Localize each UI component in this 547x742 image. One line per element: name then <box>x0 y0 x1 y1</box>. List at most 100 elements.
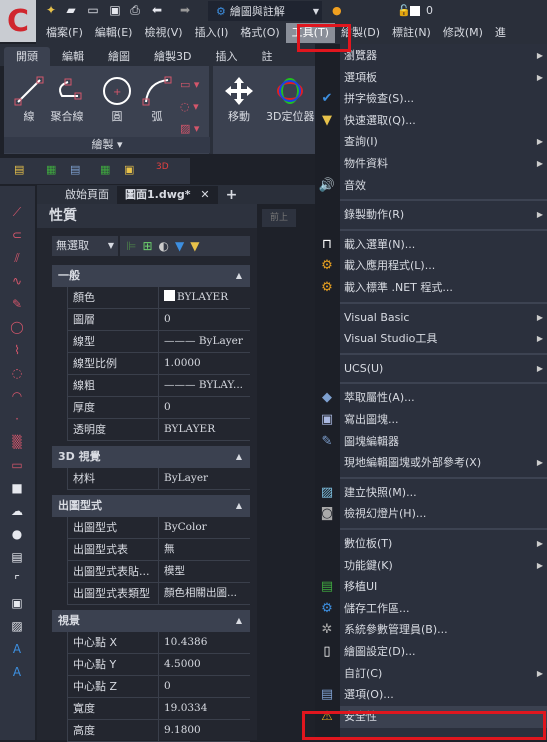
property-value[interactable]: 19.0334 <box>159 698 250 719</box>
menu-item-21[interactable]: 圖塊編輯器 <box>340 431 547 453</box>
menu-item-32[interactable]: 繪圖設定(D)... <box>340 641 547 663</box>
workspace-dropdown[interactable]: ⚙ 繪圖與註解 ▼ <box>208 1 322 21</box>
filter-edit-icon[interactable]: ▼ <box>190 239 199 253</box>
ellipse-arc-icon[interactable]: ◠ <box>8 388 26 404</box>
3d-gizmo-tool[interactable]: 3D定位器 <box>266 74 314 124</box>
move-tool[interactable]: 移動 <box>222 74 256 124</box>
layer-bulb-icon[interactable]: ● <box>332 4 342 17</box>
menu-item-5[interactable]: 物件資料 ▶ <box>340 153 547 175</box>
property-value[interactable]: 9.1800 <box>159 720 250 741</box>
small-draw-tools[interactable]: ▭ ▾ ◌ ▾ ▨ ▾ <box>180 74 199 140</box>
property-row[interactable]: 中心點 Z 0 <box>67 676 250 698</box>
redo-icon[interactable]: ➡ <box>178 3 192 17</box>
menu-item-6[interactable]: 音效 <box>340 175 547 197</box>
menu-item-0[interactable]: 瀏覽器 ▶ <box>340 45 547 67</box>
donut-icon[interactable]: ● <box>8 526 26 542</box>
line-tool[interactable]: 線 <box>12 74 46 124</box>
line-icon[interactable]: ⟋ <box>8 204 26 220</box>
select-objects-icon[interactable]: ⊞ <box>142 239 152 253</box>
property-row[interactable]: 圖層 0 <box>67 309 250 331</box>
abc-table-icon[interactable]: ▦ <box>100 163 110 176</box>
menu-4[interactable]: 格式(O) <box>234 23 285 43</box>
multiline-icon[interactable]: ⫽ <box>8 250 26 266</box>
menu-item-25[interactable]: 檢視幻燈片(H)... <box>340 503 547 525</box>
property-value[interactable]: ——— ByLayer <box>159 331 250 352</box>
menu-item-22[interactable]: 現地編輯圖塊或外部參考(X) ▶ <box>340 452 547 474</box>
property-row[interactable]: 寬度 19.0334 <box>67 698 250 720</box>
ribbon-tab-3[interactable]: 繪製3D <box>142 47 203 66</box>
property-row[interactable]: 出圖型式表類型 顏色相關出圖... <box>67 583 250 605</box>
save-icon[interactable]: ▭ <box>86 3 100 17</box>
quick-select-icon[interactable]: ◐ <box>159 239 169 253</box>
menu-item-24[interactable]: 建立快照(M)... <box>340 482 547 504</box>
property-value[interactable]: 0 <box>159 397 250 418</box>
property-row[interactable]: 出圖型式表貼... 模型 <box>67 561 250 583</box>
menu-2[interactable]: 檢視(V) <box>138 23 188 43</box>
property-row[interactable]: 線型比例 1.0000 <box>67 353 250 375</box>
freehand-icon[interactable]: ✎ <box>8 296 26 312</box>
menu-item-30[interactable]: 儲存工作區... <box>340 598 547 620</box>
collapse-icon[interactable]: ▲ <box>236 446 242 468</box>
rectangle-icon[interactable]: ▭ <box>8 457 26 473</box>
property-row[interactable]: 線型 ——— ByLayer <box>67 331 250 353</box>
menu-item-14[interactable]: Visual Basic ▶ <box>340 307 547 329</box>
polyline-icon[interactable]: ⊂ <box>8 227 26 243</box>
property-row[interactable]: 線粗 ——— BYLAY... <box>67 375 250 397</box>
excel-icon[interactable]: ▦ <box>46 163 56 176</box>
draw-panel-label[interactable]: 繪製 ▾ <box>4 137 210 153</box>
menu-8[interactable]: 修改(M) <box>437 23 489 43</box>
menu-1[interactable]: 編輯(E) <box>89 23 139 43</box>
property-row[interactable]: 中心點 X 10.4386 <box>67 632 250 654</box>
tab-start-page[interactable]: 啟始頁面 <box>57 186 117 204</box>
drawing-area[interactable] <box>257 204 315 740</box>
property-row[interactable]: 顏色 BYLAYER <box>67 287 250 309</box>
save-as-icon[interactable]: ▣ <box>108 3 122 17</box>
property-value[interactable]: BYLAYER <box>159 287 250 308</box>
ribbon-tab-2[interactable]: 繪圖 <box>96 47 142 66</box>
menu-item-29[interactable]: 移植UI <box>340 576 547 598</box>
polyline-tool[interactable]: 聚合線 <box>50 74 84 124</box>
previous-button[interactable]: 前上 <box>262 209 296 227</box>
menu-item-19[interactable]: 萃取屬性(A)... <box>340 387 547 409</box>
property-row[interactable]: 出圖型式 ByColor <box>67 517 250 539</box>
property-value[interactable]: 顏色相關出圖... <box>159 583 250 604</box>
fillet-icon[interactable]: ⌜ <box>8 572 26 588</box>
cloud-icon[interactable]: ☁ <box>8 503 26 519</box>
collapse-icon[interactable]: ▲ <box>236 610 242 632</box>
paste-icon[interactable]: ▣ <box>124 163 134 176</box>
property-value[interactable]: 0 <box>159 676 250 697</box>
arc-tool[interactable]: 弧 <box>140 74 174 124</box>
property-row[interactable]: 中心點 Y 4.5000 <box>67 654 250 676</box>
ribbon-tab-4[interactable]: 插入 <box>203 47 249 66</box>
property-value[interactable]: 模型 <box>159 561 250 582</box>
tab-drawing1[interactable]: 圖面1.dwg* ✕ <box>117 186 218 204</box>
close-icon[interactable]: ✕ <box>200 188 209 201</box>
property-value[interactable]: 4.5000 <box>159 654 250 675</box>
property-row[interactable]: 厚度 0 <box>67 397 250 419</box>
ellipse-icon[interactable]: ◌ <box>8 365 26 381</box>
layer-name[interactable]: 0 <box>426 4 433 17</box>
property-value[interactable]: 1.0000 <box>159 353 250 374</box>
menu-item-3[interactable]: 快速選取(Q)... <box>340 110 547 132</box>
3d-to-2d-icon[interactable]: 3D <box>156 162 169 172</box>
property-value[interactable]: 10.4386 <box>159 632 250 653</box>
property-row[interactable]: 出圖型式表無 <box>67 539 250 561</box>
hatch-icon[interactable]: ▒ <box>8 434 26 450</box>
menu-item-15[interactable]: Visual Studio工具 ▶ <box>340 328 547 350</box>
menu-item-4[interactable]: 查詢(I) ▶ <box>340 131 547 153</box>
menu-item-12[interactable]: 載入標準 .NET 程式... <box>340 277 547 299</box>
menu-item-28[interactable]: 功能鍵(K) ▶ <box>340 555 547 577</box>
app-logo[interactable]: C <box>0 0 36 42</box>
open-icon[interactable]: ▰ <box>64 3 78 17</box>
property-row[interactable]: 材料 ByLayer <box>67 468 250 490</box>
section-header[interactable]: 一般 ▲ <box>52 265 250 287</box>
section-header[interactable]: 出圖型式 ▲ <box>52 495 250 517</box>
edit-table-icon[interactable]: ▤ <box>70 163 80 176</box>
undo-icon[interactable]: ⬅ <box>150 3 164 17</box>
point-icon[interactable]: · <box>8 411 26 427</box>
menu-item-27[interactable]: 數位板(T) ▶ <box>340 533 547 555</box>
menu-item-31[interactable]: 系統參數管理員(B)... <box>340 619 547 641</box>
property-value[interactable]: BYLAYER <box>159 419 250 440</box>
menu-0[interactable]: 檔案(F) <box>40 23 89 43</box>
property-value[interactable]: ——— BYLAY... <box>159 375 250 396</box>
